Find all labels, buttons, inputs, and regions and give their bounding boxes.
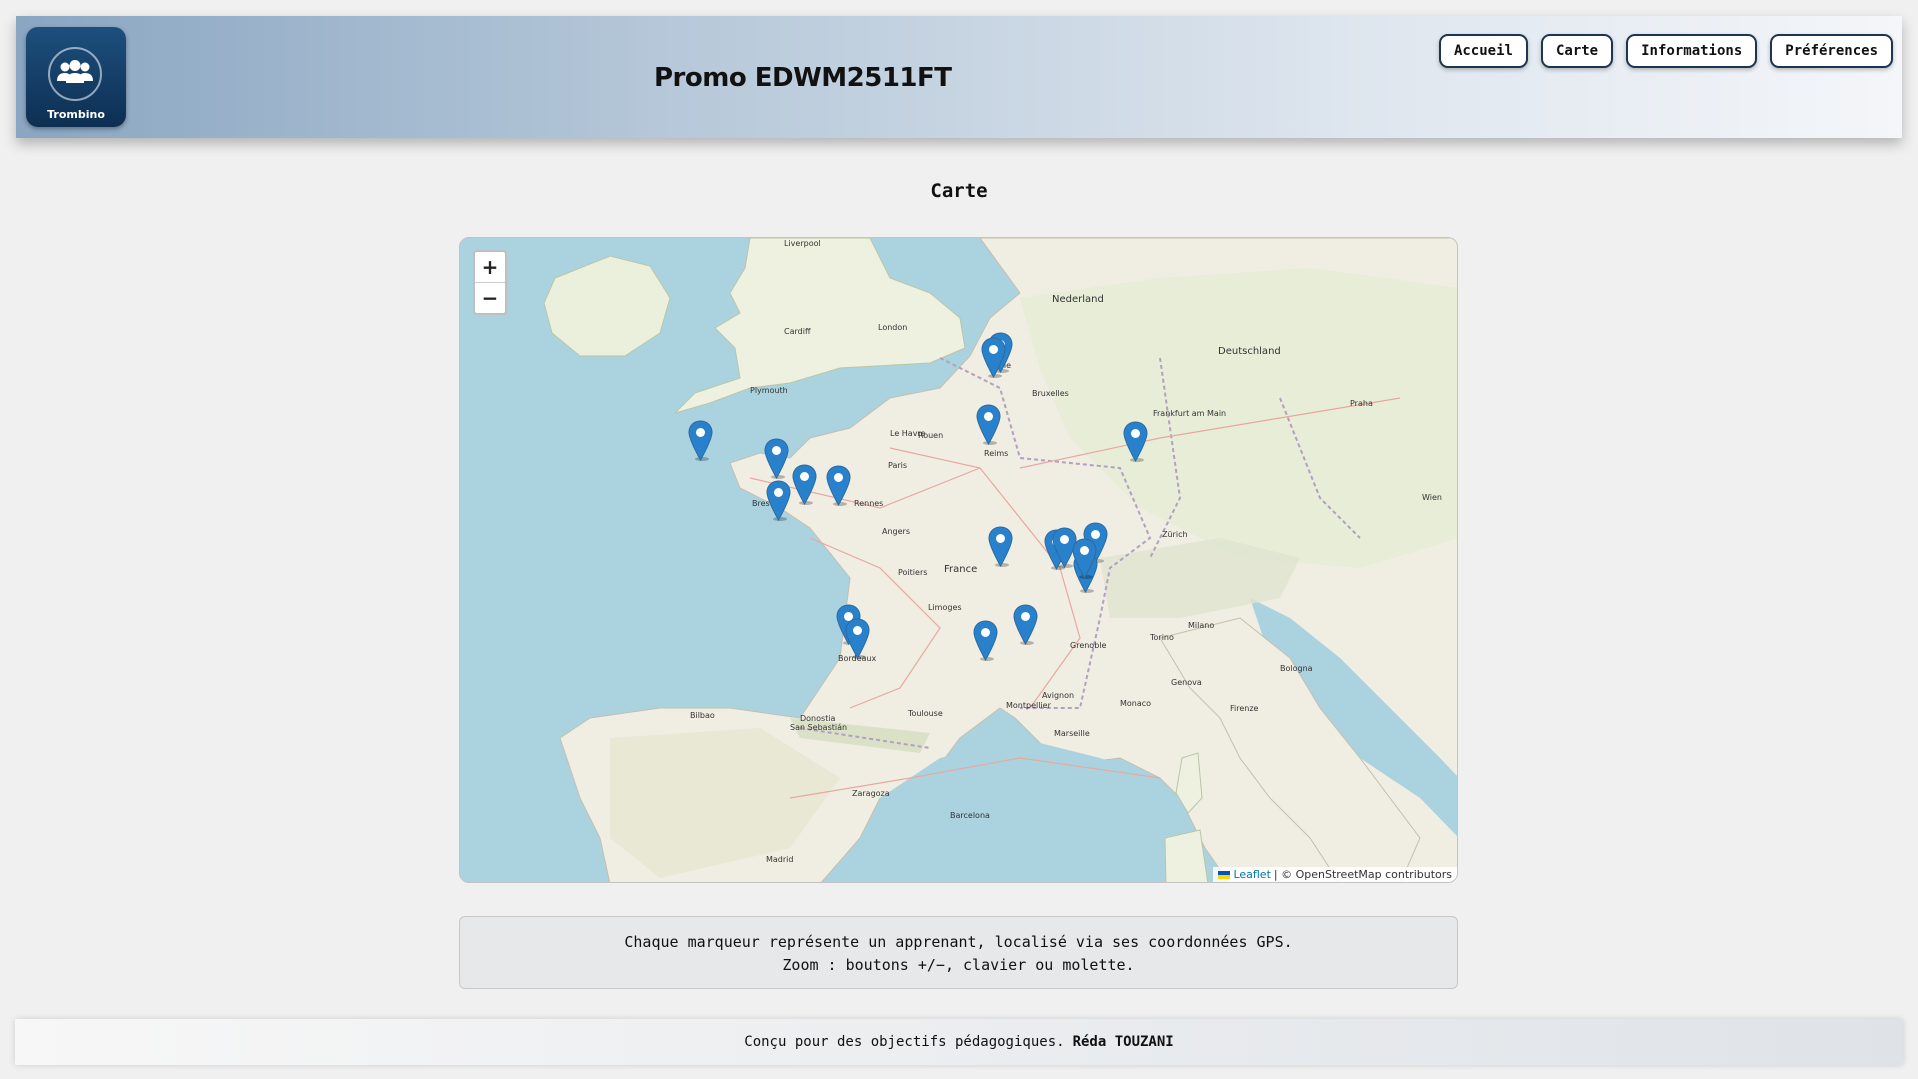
- map-label-praha: Praha: [1350, 399, 1373, 408]
- nav-accueil-button[interactable]: Accueil: [1438, 34, 1528, 68]
- map-label-reims: Reims: [984, 449, 1008, 458]
- map-container[interactable]: Paris Brest Rennes Angers Bordeaux Toulo…: [459, 237, 1458, 883]
- map-attribution: Leaflet | © OpenStreetMap contributors: [1213, 867, 1457, 882]
- map-label-rennes: Rennes: [854, 499, 883, 508]
- ukraine-flag-icon: [1218, 870, 1231, 879]
- map-pin-icon[interactable]: [688, 420, 713, 462]
- users-group-icon: [48, 47, 102, 101]
- map-label-frankfurt: Frankfurt am Main: [1153, 409, 1226, 418]
- map-label-toulouse: Toulouse: [907, 709, 943, 718]
- map-label-le-havre: Le Havre: [890, 429, 926, 438]
- map-label-bologna: Bologna: [1280, 664, 1313, 673]
- map-label-zurich: Zürich: [1162, 530, 1188, 539]
- map-pin-icon[interactable]: [1013, 604, 1038, 646]
- map-pin-icon[interactable]: [826, 465, 851, 507]
- map-pin-icon[interactable]: [1123, 421, 1148, 463]
- map-label-torino: Torino: [1149, 633, 1174, 642]
- attribution-text: | © OpenStreetMap contributors: [1273, 868, 1452, 881]
- map-label-bruxelles: Bruxelles: [1032, 389, 1069, 398]
- map-tiles[interactable]: Paris Brest Rennes Angers Bordeaux Toulo…: [460, 238, 1458, 883]
- info-line-2: Zoom : boutons +/−, clavier ou molette.: [782, 956, 1135, 974]
- zoom-in-button[interactable]: +: [475, 252, 505, 282]
- map-label-marseille: Marseille: [1054, 729, 1090, 738]
- page-title: Promo EDWM2511FT: [654, 63, 952, 93]
- map-label-limoges: Limoges: [928, 603, 962, 612]
- map-label-madrid: Madrid: [766, 855, 793, 864]
- zoom-control: + −: [473, 250, 507, 315]
- map-label-donostia: Donostia: [800, 714, 836, 723]
- map-pin-icon[interactable]: [792, 464, 817, 506]
- main-nav: Accueil Carte Informations Préférences: [1438, 34, 1893, 68]
- map-label-bilbao: Bilbao: [690, 711, 715, 720]
- footer: Conçu pour des objectifs pédagogiques. R…: [15, 1019, 1903, 1065]
- map-label-avignon: Avignon: [1042, 691, 1074, 700]
- nav-informations-button[interactable]: Informations: [1626, 34, 1758, 68]
- nav-preferences-button[interactable]: Préférences: [1770, 34, 1893, 68]
- map-label-milano: Milano: [1188, 621, 1214, 630]
- map-label-angers: Angers: [882, 527, 910, 536]
- map-label-cardiff: Cardiff: [784, 327, 811, 336]
- logo-label: Trombino: [47, 108, 105, 121]
- info-box: Chaque marqueur représente un apprenant,…: [459, 916, 1458, 989]
- map-label-london: London: [878, 323, 907, 332]
- map-label-wien: Wien: [1422, 493, 1442, 502]
- map-label-poitiers: Poitiers: [898, 568, 927, 577]
- map-label-san-sebastian: San Sebastián: [790, 723, 847, 732]
- map-pin-icon[interactable]: [973, 620, 998, 662]
- map-pin-icon[interactable]: [988, 526, 1013, 568]
- leaflet-link[interactable]: Leaflet: [1233, 868, 1270, 881]
- map-label-nederland: Nederland: [1052, 294, 1104, 305]
- nav-carte-button[interactable]: Carte: [1540, 34, 1614, 68]
- map-label-france: France: [944, 564, 977, 575]
- map-label-firenze: Firenze: [1230, 704, 1259, 713]
- map-pin-icon[interactable]: [981, 337, 1006, 379]
- map-label-zaragoza: Zaragoza: [852, 789, 890, 798]
- map-label-monaco: Monaco: [1120, 699, 1151, 708]
- map-label-deutschland: Deutschland: [1218, 346, 1281, 357]
- map-label-barcelona: Barcelona: [950, 811, 990, 820]
- map-label-grenoble: Grenoble: [1070, 641, 1107, 650]
- map-pin-icon[interactable]: [976, 404, 1001, 446]
- map-pin-icon[interactable]: [845, 618, 870, 660]
- header: Trombino Promo EDWM2511FT Accueil Carte …: [16, 16, 1902, 138]
- zoom-out-button[interactable]: −: [475, 282, 505, 313]
- footer-author: Réda TOUZANI: [1072, 1034, 1174, 1050]
- section-title: Carte: [930, 180, 988, 202]
- map-pin-icon[interactable]: [766, 480, 791, 522]
- app-logo[interactable]: Trombino: [26, 27, 126, 127]
- map-label-montpellier: Montpellier: [1006, 701, 1052, 710]
- map-label-liverpool: Liverpool: [784, 239, 821, 248]
- map-pin-icon[interactable]: [764, 438, 789, 480]
- map-label-plymouth: Plymouth: [750, 386, 788, 395]
- footer-text: Conçu pour des objectifs pédagogiques.: [744, 1034, 1065, 1050]
- map-label-genova: Genova: [1171, 678, 1202, 687]
- map-label-paris: Paris: [888, 461, 907, 470]
- map-pin-icon[interactable]: [1072, 538, 1097, 580]
- info-line-1: Chaque marqueur représente un apprenant,…: [624, 933, 1293, 951]
